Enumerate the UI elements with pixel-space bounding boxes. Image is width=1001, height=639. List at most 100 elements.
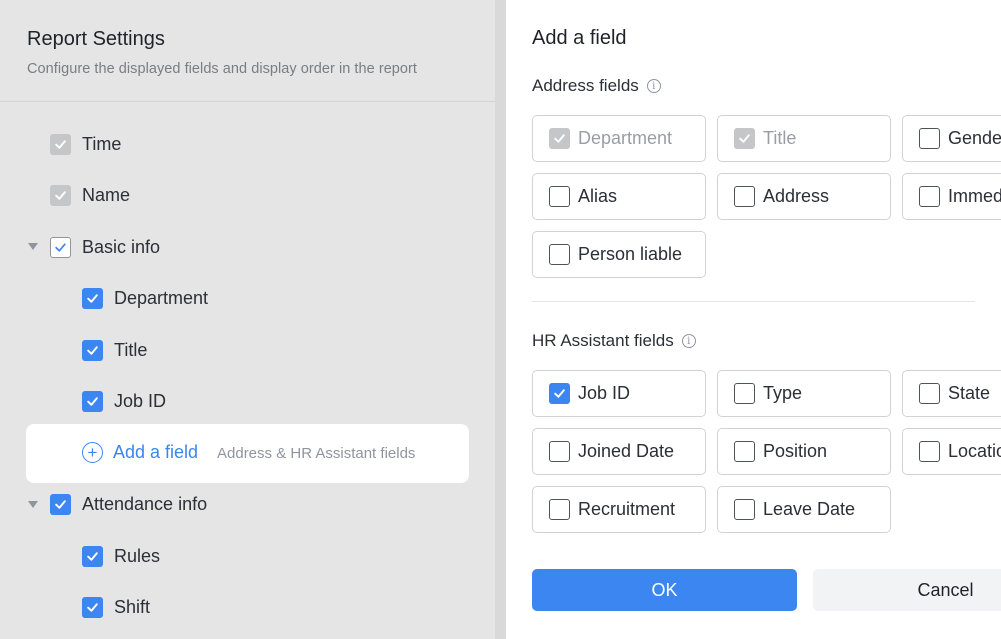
section-label: HR Assistant fields — [532, 331, 674, 350]
add-field-hint: Address & HR Assistant fields — [217, 445, 416, 462]
chip-label: Joined Date — [578, 441, 675, 461]
check-icon — [87, 602, 98, 612]
chip-label: Department — [578, 128, 673, 148]
ok-button[interactable]: OK — [532, 569, 797, 611]
field-label: Rules — [114, 545, 161, 566]
field-item-shift[interactable]: Shift — [82, 592, 150, 622]
hr-assistant-fields-heading: HR Assistant fields i — [532, 331, 696, 351]
checkbox-job-id[interactable] — [82, 390, 103, 412]
chip-title: Title — [717, 115, 891, 162]
info-icon[interactable]: i — [646, 79, 661, 93]
field-label: Basic info — [82, 236, 161, 257]
checkbox-time — [50, 133, 71, 155]
report-settings-panel: Report Settings Configure the displayed … — [0, 0, 495, 639]
chip-alias[interactable]: Alias — [532, 173, 706, 220]
checkbox-rules[interactable] — [82, 545, 103, 567]
checkbox-name — [50, 184, 71, 206]
checkbox[interactable] — [734, 186, 755, 207]
check-icon — [87, 396, 98, 406]
check-icon — [87, 293, 98, 303]
chip-location[interactable]: Location — [902, 428, 1001, 475]
chip-leave-date[interactable]: Leave Date — [717, 486, 891, 533]
chip-address[interactable]: Address — [717, 173, 891, 220]
chip-state[interactable]: State — [902, 370, 1001, 417]
section-label: Address fields — [532, 76, 639, 95]
collapse-caret-icon[interactable] — [28, 501, 38, 508]
chip-joined-date[interactable]: Joined Date — [532, 428, 706, 475]
check-icon — [55, 139, 66, 149]
checkbox[interactable] — [734, 499, 755, 520]
checkbox[interactable] — [734, 441, 755, 462]
checkbox-disabled — [734, 128, 755, 149]
add-field-card[interactable]: + Add a field Address & HR Assistant fie… — [26, 424, 469, 483]
field-label: Department — [114, 287, 209, 308]
cancel-button[interactable]: Cancel — [813, 569, 1001, 611]
field-label: Title — [114, 339, 148, 360]
report-settings-title: Report Settings — [27, 28, 165, 50]
chip-label: Alias — [578, 186, 618, 206]
checkbox[interactable] — [919, 441, 940, 462]
checkbox-title[interactable] — [82, 339, 103, 361]
check-icon — [554, 134, 565, 143]
panel-divider — [495, 0, 506, 639]
field-item-name: Name — [50, 180, 130, 210]
checkbox-department[interactable] — [82, 287, 103, 309]
add-field-link[interactable]: Add a field — [113, 442, 198, 463]
field-label: Attendance info — [82, 493, 208, 514]
field-group-attendance-info[interactable]: Attendance info — [50, 489, 207, 519]
add-circle-icon[interactable]: + — [82, 442, 103, 463]
info-icon[interactable]: i — [681, 334, 696, 348]
field-label: Shift — [114, 596, 151, 617]
chip-label: Gender — [948, 128, 1001, 148]
checkbox[interactable] — [549, 441, 570, 462]
checkbox[interactable] — [919, 383, 940, 404]
chip-label: Type — [763, 383, 803, 403]
checkbox[interactable] — [734, 383, 755, 404]
field-group-basic-info[interactable]: Basic info — [50, 232, 160, 262]
checkbox-checked[interactable] — [549, 383, 570, 404]
chip-label: Location — [948, 441, 1001, 461]
dialog-title: Add a field — [532, 27, 627, 49]
chip-label: Title — [763, 128, 797, 148]
field-label: Job ID — [114, 390, 167, 411]
checkbox[interactable] — [919, 186, 940, 207]
check-icon — [55, 499, 66, 509]
check-icon — [55, 190, 66, 200]
checkbox[interactable] — [549, 499, 570, 520]
checkbox[interactable] — [919, 128, 940, 149]
check-icon — [87, 345, 98, 355]
collapse-caret-icon[interactable] — [28, 243, 38, 250]
address-fields-heading: Address fields i — [532, 76, 661, 96]
checkbox-attendance-info[interactable] — [50, 493, 71, 515]
checkbox[interactable] — [549, 244, 570, 265]
chip-label: Person liable — [578, 244, 683, 264]
field-item-time: Time — [50, 129, 121, 159]
chip-label: Leave Date — [763, 499, 856, 519]
checkbox-shift[interactable] — [82, 596, 103, 618]
chip-gender[interactable]: Gender — [902, 115, 1001, 162]
chip-type[interactable]: Type — [717, 370, 891, 417]
field-item-title[interactable]: Title — [82, 335, 147, 365]
chip-job-id[interactable]: Job ID — [532, 370, 706, 417]
chip-label: Job ID — [578, 383, 631, 403]
chip-label: Immediate — [948, 186, 1001, 206]
check-icon — [554, 389, 565, 398]
chip-recruitment[interactable]: Recruitment — [532, 486, 706, 533]
checkbox[interactable] — [549, 186, 570, 207]
field-label: Time — [82, 133, 122, 154]
field-item-department[interactable]: Department — [82, 283, 208, 313]
field-label: Name — [82, 184, 131, 205]
report-settings-header: Report Settings Configure the displayed … — [0, 0, 495, 102]
field-item-job-id[interactable]: Job ID — [82, 386, 166, 416]
chip-label: State — [948, 383, 991, 403]
chip-label: Recruitment — [578, 499, 676, 519]
check-icon — [55, 242, 66, 252]
field-item-rules[interactable]: Rules — [82, 541, 160, 571]
check-icon — [739, 134, 750, 143]
report-settings-subtitle: Configure the displayed fields and displ… — [27, 61, 417, 77]
chip-label: Address — [763, 186, 830, 206]
chip-person-liable[interactable]: Person liable — [532, 231, 706, 278]
chip-immediate[interactable]: Immediate — [902, 173, 1001, 220]
checkbox-basic-info[interactable] — [50, 236, 71, 258]
chip-position[interactable]: Position — [717, 428, 891, 475]
